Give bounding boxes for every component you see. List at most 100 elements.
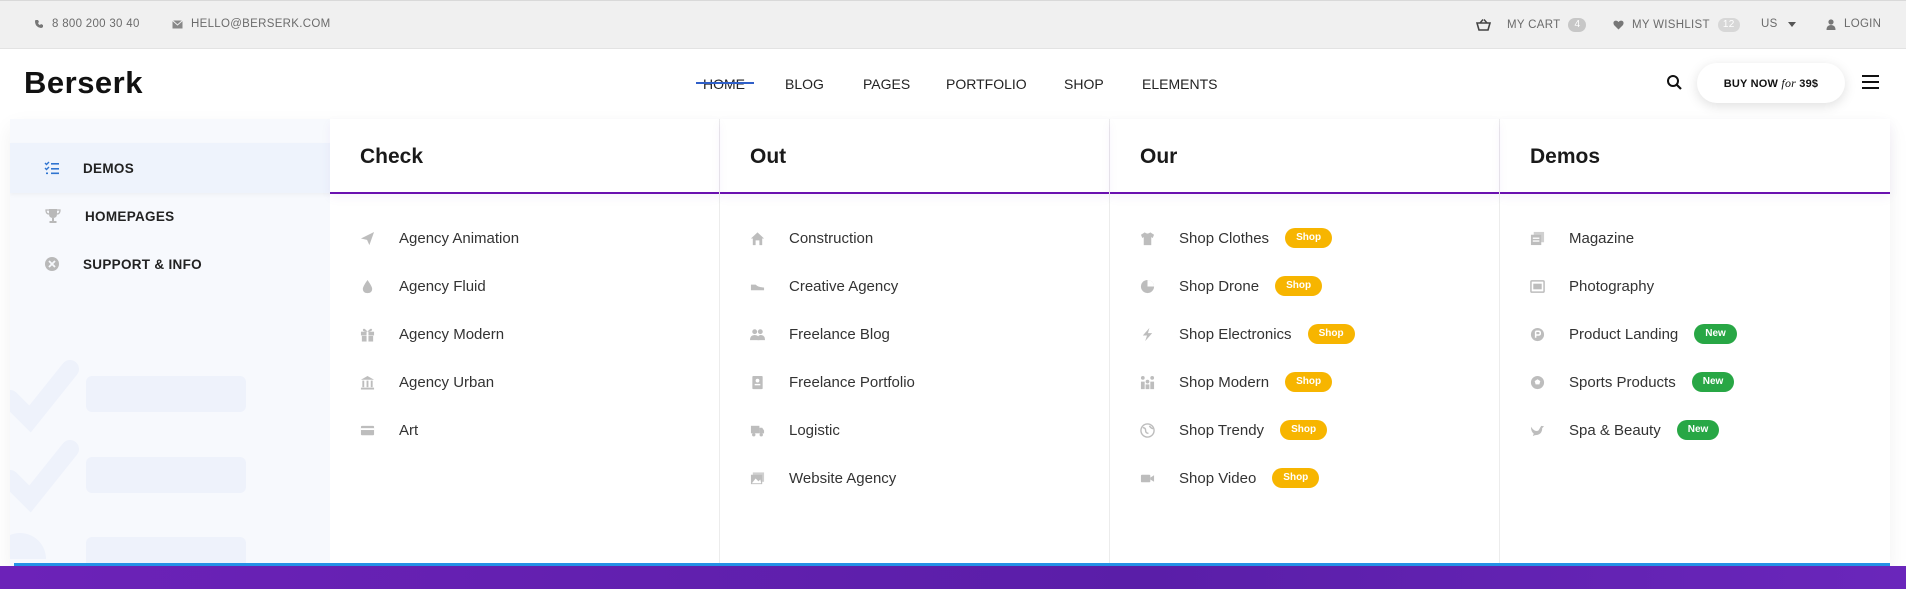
menu-item-label: Magazine <box>1569 229 1635 247</box>
nav-shop[interactable]: SHOP <box>1064 76 1104 92</box>
sidebar-item-homepages[interactable]: HOMEPAGES <box>10 191 330 241</box>
wishlist-count-badge: 12 <box>1717 18 1740 32</box>
menu-item-label: Shop Electronics <box>1179 325 1292 343</box>
product-icon <box>1530 327 1545 341</box>
menu-item-label: Logistic <box>789 421 840 439</box>
column-title: Demos <box>1500 119 1890 194</box>
menu-item-agency-urban[interactable]: Agency Urban <box>360 370 494 394</box>
wishlist-link[interactable]: MY WISHLIST 12 <box>1613 18 1740 32</box>
menu-item-label: Shop Clothes <box>1179 229 1270 247</box>
menu-item-shop-drone[interactable]: Shop Drone Shop <box>1140 274 1323 298</box>
menu-item-agency-modern[interactable]: Agency Modern <box>360 322 504 346</box>
email-link[interactable]: HELLO@BERSERK.COM <box>172 18 330 30</box>
shop-badge: Shop <box>1285 228 1333 248</box>
contact-card-icon <box>752 375 763 389</box>
hamburger-menu-icon[interactable] <box>1862 75 1879 90</box>
menu-item-spa-beauty[interactable]: Spa & Beauty New <box>1530 418 1720 442</box>
bird-icon <box>1530 425 1545 436</box>
menu-item-photography[interactable]: Photography <box>1530 274 1654 298</box>
cart-count-badge: 4 <box>1568 18 1587 32</box>
currency-value: US <box>1761 18 1778 30</box>
menu-item-website-agency[interactable]: Website Agency <box>750 466 896 490</box>
menu-item-label: Product Landing <box>1569 325 1679 343</box>
sidebar-item-label: HOMEPAGES <box>85 208 175 224</box>
gift-icon <box>360 328 375 342</box>
menu-item-sports-products[interactable]: Sports Products New <box>1530 370 1735 394</box>
nav-portfolio[interactable]: PORTFOLIO <box>946 76 1027 92</box>
buy-now-label: BUY NOW <box>1723 78 1779 90</box>
decorative-check-shape <box>10 360 79 559</box>
phone-number: 8 800 200 30 40 <box>52 18 140 30</box>
sidebar-item-demos[interactable]: DEMOS <box>10 143 330 193</box>
copy-icon <box>1530 231 1545 245</box>
buy-now-button[interactable]: BUY NOW for 39$ <box>1697 63 1845 103</box>
nav-elements[interactable]: ELEMENTS <box>1142 76 1217 92</box>
new-badge: New <box>1694 324 1737 344</box>
paper-plane-icon <box>360 231 375 245</box>
email-address: HELLO@BERSERK.COM <box>191 18 331 30</box>
menu-item-creative-agency[interactable]: Creative Agency <box>750 274 898 298</box>
decorative-shape <box>86 537 246 565</box>
menu-item-label: Art <box>399 421 419 439</box>
shop-badge: Shop <box>1272 468 1320 488</box>
column-title: Check <box>330 119 719 194</box>
home-icon <box>750 231 765 245</box>
menu-item-label: Freelance Portfolio <box>789 373 915 391</box>
menu-item-label: Agency Urban <box>399 373 495 391</box>
sidebar-item-label: SUPPORT & INFO <box>83 256 202 272</box>
sidebar-item-support-info[interactable]: SUPPORT & INFO <box>10 239 330 289</box>
menu-item-label: Creative Agency <box>789 277 899 295</box>
cart-link[interactable]: MY CART 4 <box>1476 18 1587 32</box>
menu-item-agency-fluid[interactable]: Agency Fluid <box>360 274 486 298</box>
sidebar-item-label: DEMOS <box>83 160 135 176</box>
pie-icon <box>1140 279 1155 293</box>
menu-item-art[interactable]: Art <box>360 418 418 442</box>
nav-pages[interactable]: PAGES <box>863 76 910 92</box>
shoe-icon <box>750 284 765 290</box>
phone-link[interactable]: 8 800 200 30 40 <box>34 18 140 30</box>
login-label: LOGIN <box>1844 18 1882 30</box>
new-badge: New <box>1691 372 1735 392</box>
menu-item-label: Shop Drone <box>1179 277 1260 295</box>
shop-badge: Shop <box>1307 324 1355 344</box>
nav-blog[interactable]: BLOG <box>785 76 824 92</box>
mega-menu-sidebar: DEMOS HOMEPAGES SUPPORT & INFO <box>10 119 330 565</box>
cart-label: MY CART <box>1507 19 1561 31</box>
menu-item-shop-clothes[interactable]: Shop Clothes Shop <box>1140 226 1333 250</box>
menu-item-label: Agency Modern <box>399 325 505 343</box>
column-title: Out <box>720 119 1109 194</box>
menu-item-magazine[interactable]: Magazine <box>1530 226 1634 250</box>
menu-item-label: Agency Fluid <box>399 277 486 295</box>
menu-item-product-landing[interactable]: Product Landing New <box>1530 322 1737 346</box>
currency-select[interactable]: US <box>1761 18 1796 30</box>
menu-column-out: Out Construction Creative Agency Freelan… <box>720 119 1110 565</box>
menu-item-shop-electronics[interactable]: Shop Electronics Shop <box>1140 322 1355 346</box>
menu-item-label: Sports Products <box>1569 373 1676 391</box>
wishlist-label: MY WISHLIST <box>1632 19 1710 31</box>
new-badge: New <box>1676 420 1720 440</box>
menu-item-freelance-blog[interactable]: Freelance Blog <box>750 322 890 346</box>
nav-home[interactable]: HOME <box>703 76 745 92</box>
phone-icon <box>35 20 43 28</box>
shop-badge: Shop <box>1280 420 1328 440</box>
top-bar: 8 800 200 30 40 HELLO@BERSERK.COM MY CAR… <box>0 0 1906 49</box>
menu-column-check: Check Agency Animation Agency Fluid Agen… <box>330 119 720 565</box>
close-circle-icon <box>45 257 59 271</box>
menu-item-construction[interactable]: Construction <box>750 226 873 250</box>
menu-item-shop-video[interactable]: Shop Video Shop <box>1140 466 1320 490</box>
menu-item-logistic[interactable]: Logistic <box>750 418 840 442</box>
search-icon[interactable] <box>1665 73 1685 93</box>
menu-item-label: Shop Modern <box>1179 373 1270 391</box>
main-header: Berserk HOME BLOG PAGES PORTFOLIO SHOP E… <box>0 49 1906 119</box>
login-link[interactable]: LOGIN <box>1826 18 1881 30</box>
logo[interactable]: Berserk <box>24 65 143 101</box>
menu-item-shop-trendy[interactable]: Shop Trendy Shop <box>1140 418 1328 442</box>
images-icon <box>750 471 765 484</box>
active-nav-indicator <box>696 82 754 84</box>
list-check-icon <box>44 161 59 175</box>
mega-menu: DEMOS HOMEPAGES SUPPORT & INFO Check Age… <box>10 119 1890 565</box>
menu-item-agency-animation[interactable]: Agency Animation <box>360 226 519 250</box>
menu-item-shop-modern[interactable]: Shop Modern Shop <box>1140 370 1333 394</box>
buy-now-price: 39$ <box>1799 78 1819 90</box>
menu-item-freelance-portfolio[interactable]: Freelance Portfolio <box>750 370 915 394</box>
